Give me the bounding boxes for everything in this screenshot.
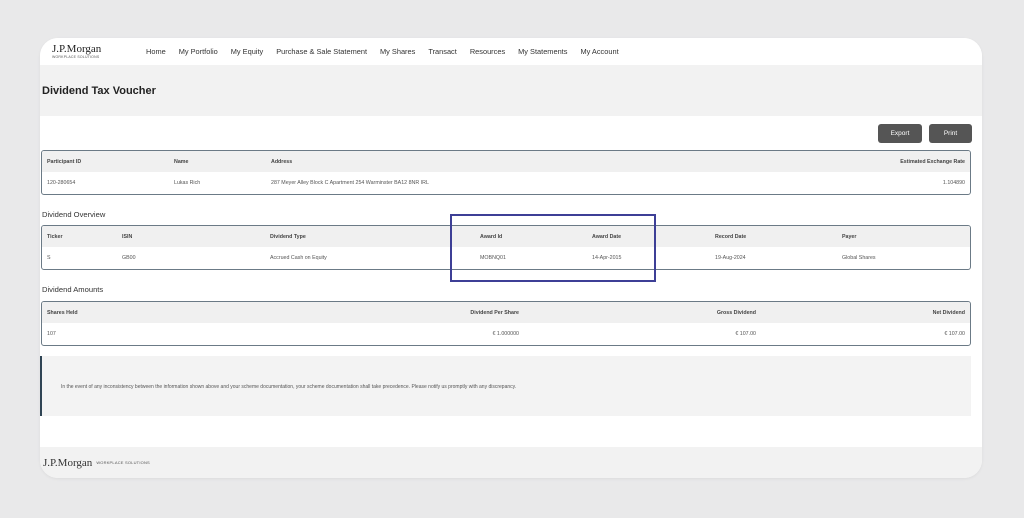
main-nav: Home My Portfolio My Equity Purchase & S… (146, 47, 632, 56)
brand-name: J.P.Morgan (52, 42, 102, 55)
net-dividend-value: € 107.00 (944, 330, 965, 337)
payer-value: Global Shares (842, 254, 876, 261)
participant-name: Lukas Rich (174, 179, 201, 186)
print-button[interactable]: Print (929, 124, 972, 143)
record-date-value: 19-Aug-2024 (715, 254, 746, 261)
header-ticker: Ticker (47, 233, 63, 240)
participant-id: 120-280654 (47, 179, 76, 186)
dividend-amounts-table: Shares Held Dividend Per Share Gross Div… (41, 301, 971, 346)
disclaimer-notice: In the event of any inconsistency betwee… (40, 356, 971, 416)
shares-held-value: 107 (47, 330, 56, 337)
export-button[interactable]: Export (878, 124, 922, 143)
header-payer: Payer (842, 233, 857, 240)
app-window: J.P.Morgan WORKPLACE SOLUTIONS Home My P… (40, 38, 982, 478)
footer: J.P.Morgan WORKPLACE SOLUTIONS (40, 447, 982, 478)
page-title: Dividend Tax Voucher (42, 84, 156, 97)
ticker-value: S (47, 254, 51, 261)
dividend-per-share-value: € 1.000000 (492, 330, 519, 337)
disclaimer-text: In the event of any inconsistency betwee… (61, 384, 517, 390)
header-gross-dividend: Gross Dividend (716, 309, 756, 316)
nav-transact[interactable]: Transact (428, 47, 456, 56)
header-address: Address (271, 158, 293, 165)
nav-my-statements[interactable]: My Statements (518, 47, 567, 56)
header-shares-held: Shares Held (47, 309, 78, 316)
nav-my-equity[interactable]: My Equity (231, 47, 263, 56)
nav-home[interactable]: Home (146, 47, 166, 56)
dividend-type-value: Accrued Cash on Equity (270, 254, 327, 261)
brand-logo[interactable]: J.P.Morgan WORKPLACE SOLUTIONS (52, 42, 146, 60)
exchange-rate: 1.104890 (942, 179, 965, 186)
header-dividend-type: Dividend Type (270, 233, 306, 240)
header-name: Name (174, 158, 189, 165)
header-participant-id: Participant ID (47, 158, 82, 165)
top-navbar: J.P.Morgan WORKPLACE SOLUTIONS Home My P… (40, 38, 982, 65)
participant-table: Participant ID Name Address Estimated Ex… (41, 150, 971, 195)
nav-purchase-sale-statement[interactable]: Purchase & Sale Statement (276, 47, 367, 56)
table-row: 107 € 1.000000 € 107.00 € 107.00 (42, 323, 970, 344)
footer-brand: J.P.Morgan (43, 456, 93, 469)
nav-my-shares[interactable]: My Shares (380, 47, 415, 56)
isin-value: GB00 (122, 254, 136, 261)
award-highlight-box (450, 214, 656, 282)
header-record-date: Record Date (715, 233, 747, 240)
nav-resources[interactable]: Resources (470, 47, 505, 56)
brand-tagline: WORKPLACE SOLUTIONS (52, 54, 100, 59)
gross-dividend-value: € 107.00 (735, 330, 756, 337)
footer-tagline: WORKPLACE SOLUTIONS (96, 460, 150, 465)
nav-my-account[interactable]: My Account (580, 47, 618, 56)
title-bar: Dividend Tax Voucher (40, 65, 982, 116)
header-isin: ISIN (122, 233, 133, 240)
header-exchange-rate: Estimated Exchange Rate (900, 158, 965, 165)
header-net-dividend: Net Dividend (932, 309, 965, 316)
dividend-overview-title: Dividend Overview (42, 210, 106, 219)
participant-address: 287 Meyer Alley Block C Apartment 254 Wa… (271, 179, 429, 186)
header-dividend-per-share: Dividend Per Share (470, 309, 519, 316)
table-header: Participant ID Name Address Estimated Ex… (42, 151, 970, 172)
table-header: Shares Held Dividend Per Share Gross Div… (42, 302, 970, 323)
nav-my-portfolio[interactable]: My Portfolio (179, 47, 218, 56)
dividend-amounts-title: Dividend Amounts (42, 285, 104, 294)
table-row: 120-280654 Lukas Rich 287 Meyer Alley Bl… (42, 172, 970, 193)
